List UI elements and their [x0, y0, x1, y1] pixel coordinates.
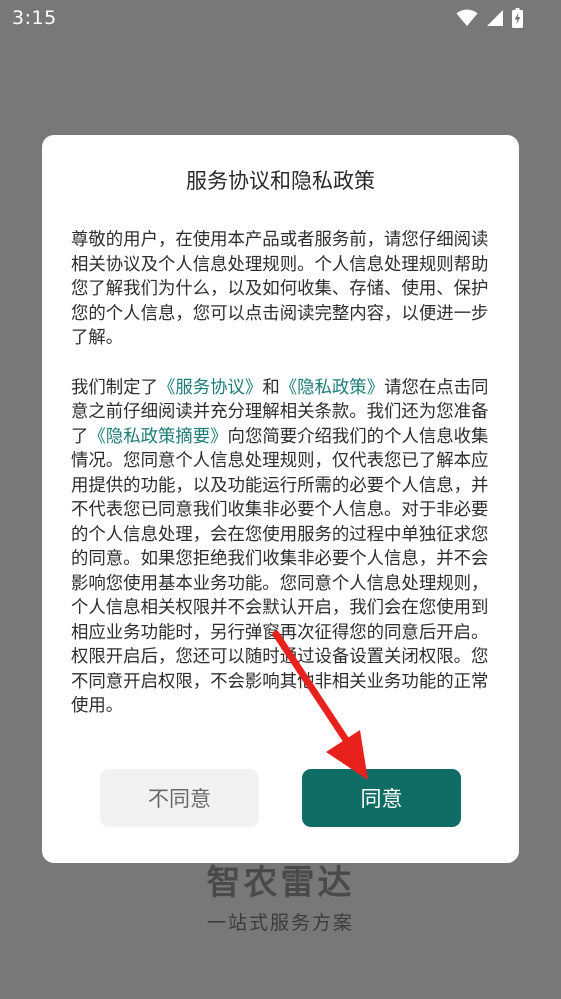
cellular-signal-icon: [487, 10, 503, 26]
policy-paragraph: 我们制定了《服务协议》和《隐私政策》请您在点击同意之前仔细阅读并充分理解相关条款…: [71, 376, 491, 719]
intro-paragraph: 尊敬的用户，在使用本产品或者服务前，请您仔细阅读相关协议及个人信息处理规则。个人…: [71, 230, 489, 348]
privacy-summary-link[interactable]: 《隐私政策摘要》: [88, 427, 227, 447]
status-icons: [456, 8, 523, 28]
privacy-dialog: 服务协议和隐私政策 尊敬的用户，在使用本产品或者服务前，请您仔细阅读相关协议及个…: [42, 135, 519, 863]
status-time: 3:15: [12, 7, 57, 29]
battery-charging-icon: [512, 8, 523, 28]
agree-button[interactable]: 同意: [302, 769, 461, 827]
privacy-policy-link[interactable]: 《隐私政策》: [280, 378, 384, 398]
dialog-title: 服务协议和隐私政策: [186, 169, 375, 193]
status-bar: 3:15: [0, 0, 561, 40]
policy-text-4: 向您简要介绍我们的个人信息收集情况。您同意个人信息处理规则，仅代表您已了解本应用…: [71, 426, 489, 717]
dialog-body[interactable]: 尊敬的用户，在使用本产品或者服务前，请您仔细阅读相关协议及个人信息处理规则。个人…: [71, 228, 491, 850]
policy-text-1: 我们制定了: [71, 377, 158, 398]
disagree-button[interactable]: 不同意: [100, 769, 259, 827]
background-slogan: 一站式服务方案: [206, 912, 354, 934]
wifi-icon: [456, 9, 478, 26]
service-agreement-link[interactable]: 《服务协议》: [158, 378, 262, 398]
policy-text-2: 和: [262, 377, 280, 398]
